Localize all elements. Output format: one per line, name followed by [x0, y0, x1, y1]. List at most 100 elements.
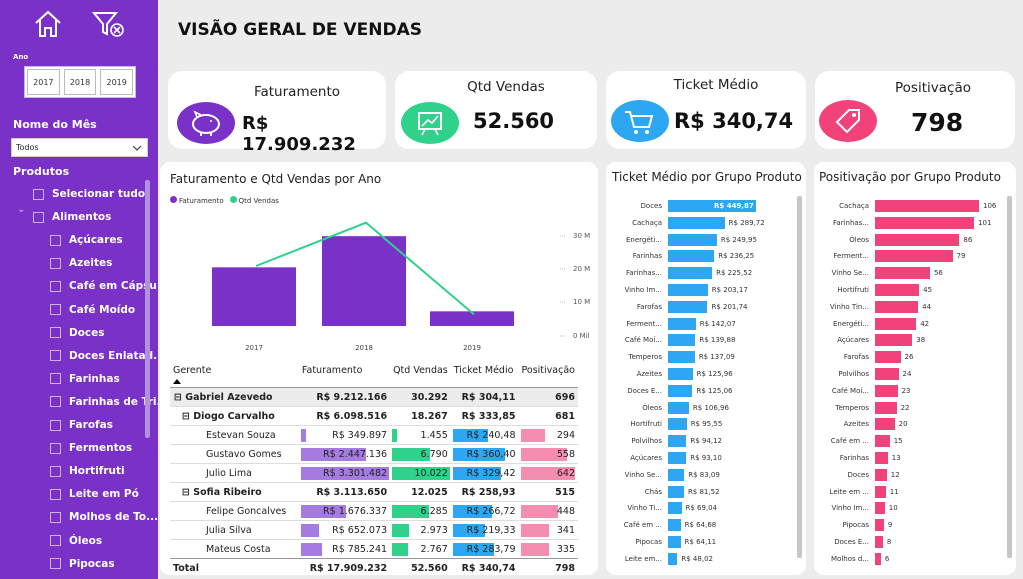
positivacao-scrollbar[interactable] — [1007, 196, 1012, 558]
bar[interactable] — [875, 452, 888, 464]
bar[interactable] — [668, 284, 708, 296]
checkbox[interactable] — [50, 488, 61, 500]
bar[interactable] — [875, 536, 883, 548]
product-item[interactable]: Farinhas — [50, 369, 120, 389]
bar[interactable] — [668, 552, 678, 565]
bar[interactable] — [875, 216, 975, 229]
table-row[interactable]: ⊟ Gabriel Azevedo R$ 9.212.166 30.292 R$ 30… — [170, 387, 578, 407]
product-item[interactable]: Doces Enlatad... — [50, 346, 158, 366]
checkbox[interactable] — [50, 511, 61, 523]
col-header-positivacao[interactable]: Positivação — [519, 361, 578, 388]
bar[interactable] — [875, 250, 953, 263]
bar[interactable] — [875, 401, 897, 414]
product-item[interactable]: Farinhas de Tri... — [50, 392, 158, 412]
product-item[interactable]: Fermentos — [50, 438, 132, 458]
checkbox[interactable] — [50, 558, 61, 570]
bar[interactable] — [668, 216, 725, 229]
checkbox[interactable] — [50, 327, 61, 339]
table-row[interactable]: Felipe Goncalves R$ 1.676.337 6.285 R$ 266,… — [170, 501, 578, 521]
product-item[interactable]: Açúcares — [50, 230, 123, 250]
table-row[interactable]: Estevan Souza R$ 349.897 1.455 R$ 240,48 294 — [170, 425, 578, 445]
product-item[interactable]: Doces — [50, 323, 105, 343]
checkbox[interactable] — [50, 373, 61, 385]
month-dropdown[interactable]: Todos — [11, 138, 148, 157]
checkbox[interactable] — [50, 234, 61, 246]
bar[interactable] — [668, 452, 687, 464]
product-item[interactable]: Alimentos — [33, 207, 111, 227]
bar[interactable] — [875, 334, 913, 347]
bar[interactable] — [668, 485, 684, 498]
year-option[interactable]: 2018 — [63, 69, 97, 95]
collapse-icon[interactable]: ⊟ — [174, 392, 185, 403]
bar[interactable] — [668, 519, 681, 532]
bar[interactable] — [668, 384, 693, 397]
bar[interactable] — [875, 300, 919, 313]
table-row[interactable]: Julia Silva R$ 652.073 2.973 R$ 219,33 341 — [170, 520, 578, 540]
bar[interactable] — [875, 317, 917, 330]
checkbox[interactable] — [50, 465, 61, 477]
products-scrollbar[interactable] — [145, 180, 150, 438]
bar[interactable] — [668, 233, 717, 246]
table-row[interactable]: Mateus Costa R$ 785.241 2.767 R$ 283,79 335 — [170, 539, 578, 559]
ticket-scrollbar[interactable] — [797, 196, 802, 558]
product-item[interactable]: Óleos — [50, 531, 102, 551]
table-row[interactable]: ⊟ Sofia Ribeiro R$ 3.113.650 12.025 R$ 258,… — [170, 482, 578, 502]
bar[interactable] — [875, 267, 930, 280]
bar[interactable] — [668, 468, 685, 481]
checkbox[interactable] — [50, 280, 61, 292]
bar[interactable] — [875, 418, 895, 431]
table-row[interactable]: Julio Lima R$ 3.301.482 10.022 R$ 329,42 642 — [170, 463, 578, 483]
home-icon[interactable] — [33, 8, 63, 40]
bar[interactable] — [875, 519, 884, 532]
bar[interactable] — [668, 418, 687, 431]
bar[interactable] — [875, 351, 901, 364]
product-item[interactable]: Azeites — [50, 253, 112, 273]
collapse-icon[interactable]: ⊟ — [182, 411, 193, 422]
year-option[interactable]: 2017 — [27, 69, 60, 95]
bar[interactable] — [875, 502, 885, 515]
bar[interactable] — [875, 368, 899, 380]
product-item[interactable]: Café em Cápsu... — [50, 276, 158, 296]
bar[interactable] — [668, 351, 695, 364]
checkbox[interactable] — [33, 211, 44, 223]
product-item[interactable]: Leite em Pó — [50, 484, 139, 504]
product-item[interactable]: Farofas — [50, 415, 113, 435]
year-option[interactable]: 2019 — [100, 69, 134, 95]
bar[interactable] — [875, 552, 881, 565]
bar[interactable] — [668, 502, 682, 515]
table-row[interactable]: Gustavo Gomes R$ 2.447.136 6.790 R$ 360,40 5… — [170, 444, 578, 464]
bar[interactable] — [668, 334, 696, 347]
checkbox[interactable] — [33, 188, 44, 200]
table-row[interactable]: ⊟ Diogo Carvalho R$ 6.098.516 18.267 R$ 333… — [170, 406, 578, 426]
bar[interactable] — [668, 267, 713, 280]
bar[interactable] — [668, 317, 696, 330]
col-header-faturamento[interactable]: Faturamento — [299, 361, 390, 388]
bar[interactable] — [875, 435, 890, 448]
bar[interactable] — [875, 485, 886, 498]
bar[interactable] — [875, 384, 898, 397]
product-item[interactable]: Molhos de To... — [50, 507, 158, 527]
checkbox[interactable] — [50, 350, 61, 362]
bar[interactable] — [875, 233, 960, 246]
bar[interactable] — [875, 200, 979, 212]
filter-clear-icon[interactable] — [92, 10, 126, 40]
bar[interactable] — [875, 284, 920, 296]
product-item[interactable]: Café Moído — [50, 300, 135, 320]
product-item[interactable]: Selecionar tudo — [33, 184, 145, 204]
checkbox[interactable] — [50, 257, 61, 269]
bar[interactable] — [668, 536, 681, 548]
product-item[interactable]: Hortifruti — [50, 461, 125, 481]
bar[interactable] — [668, 435, 687, 448]
collapse-icon[interactable]: ⊟ — [182, 487, 193, 498]
bar[interactable] — [668, 300, 708, 313]
checkbox[interactable] — [50, 442, 61, 454]
checkbox[interactable] — [50, 419, 61, 431]
bar[interactable] — [668, 250, 715, 263]
col-header-ticket-medio[interactable]: Ticket Médio — [451, 361, 519, 388]
checkbox[interactable] — [50, 396, 61, 408]
checkbox[interactable] — [50, 535, 61, 546]
bar[interactable] — [875, 468, 887, 481]
product-item[interactable]: Pipocas — [50, 554, 115, 574]
checkbox[interactable] — [50, 304, 61, 315]
bar[interactable] — [668, 368, 693, 380]
